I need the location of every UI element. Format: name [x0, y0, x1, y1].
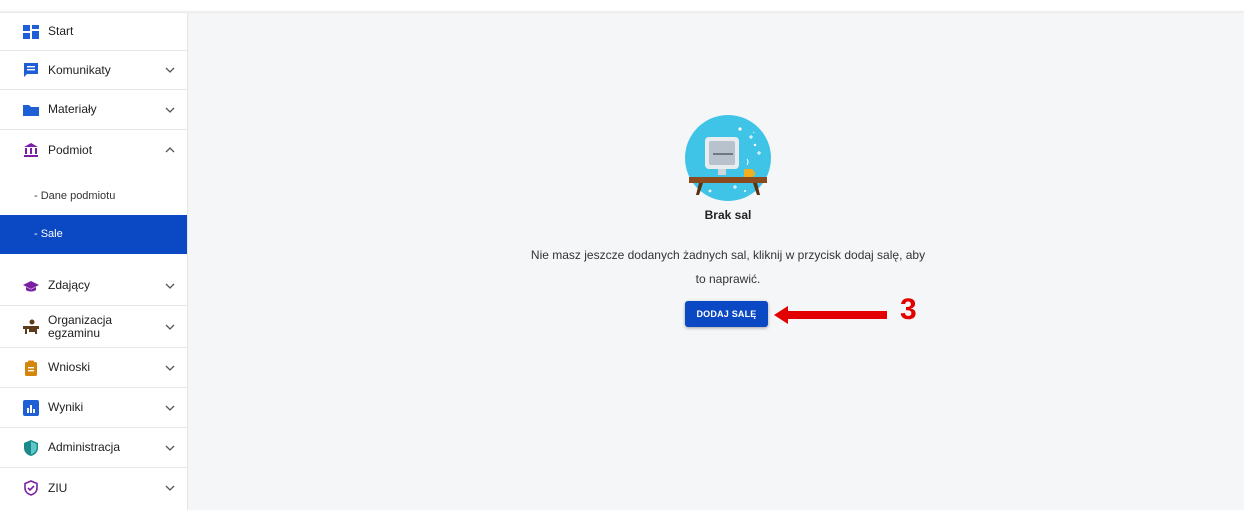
empty-state-description: Nie masz jeszcze dodanych żadnych sal, k… [530, 248, 926, 286]
chevron-down-icon[interactable] [164, 280, 176, 292]
institution-icon [23, 142, 39, 158]
chevron-down-icon[interactable] [164, 402, 176, 414]
sidebar-item-administracja[interactable]: Administracja [0, 428, 187, 468]
shield-icon [23, 439, 39, 456]
top-bar-shadow [0, 0, 1244, 13]
chevron-down-icon[interactable] [164, 64, 176, 76]
sidebar-item-label: Komunikaty [48, 62, 111, 77]
sidebar-item-organizacja-egzaminu[interactable]: Organizacja egzaminu [0, 306, 187, 348]
sidebar: Start Komunikaty Materiały Podmiot - Dan… [0, 13, 188, 510]
chevron-down-icon[interactable] [164, 482, 176, 494]
sidebar-item-ziu[interactable]: ZIU [0, 468, 187, 508]
chevron-down-icon[interactable] [164, 104, 176, 116]
chevron-up-icon[interactable] [164, 144, 176, 156]
sidebar-item-wyniki[interactable]: Wyniki [0, 388, 187, 428]
sidebar-subitem-sale[interactable]: - Sale [0, 215, 187, 254]
sidebar-item-label: Organizacja egzaminu [48, 312, 113, 340]
desk-icon [23, 319, 39, 335]
sidebar-item-start[interactable]: Start [0, 13, 187, 51]
dashboard-icon [23, 24, 39, 40]
computer-desk-icon [685, 115, 771, 201]
empty-state-title: Brak sal [704, 208, 752, 222]
sidebar-item-label: Materiały [48, 102, 97, 116]
sidebar-item-label: Wnioski [48, 360, 91, 374]
sidebar-item-label: Zdający [48, 278, 91, 292]
sidebar-subitem-label: - Sale [34, 228, 63, 240]
folder-icon [23, 102, 39, 118]
arrow-left-icon [774, 306, 887, 324]
message-icon [23, 62, 39, 78]
badge-check-icon [23, 480, 39, 496]
sidebar-item-wnioski[interactable]: Wnioski [0, 348, 187, 388]
sidebar-item-label: ZIU [48, 480, 68, 495]
sidebar-item-label: Administracja [48, 440, 121, 454]
sidebar-subitem-label: - Dane podmiotu [34, 190, 116, 202]
clipboard-icon [23, 360, 39, 376]
sidebar-item-podmiot[interactable]: Podmiot [0, 130, 187, 170]
main-content: Brak sal Nie masz jeszcze dodanych żadny… [188, 13, 1244, 510]
chevron-down-icon[interactable] [164, 362, 176, 374]
chevron-down-icon[interactable] [164, 442, 176, 454]
chevron-down-icon[interactable] [164, 321, 176, 333]
sidebar-subitem-dane-podmiotu[interactable]: - Dane podmiotu [0, 177, 187, 215]
sidebar-item-materialy[interactable]: Materiały [0, 90, 187, 130]
sidebar-item-label: Podmiot [48, 142, 93, 157]
graduation-cap-icon [23, 278, 39, 294]
sidebar-item-label: Start [48, 24, 74, 38]
bar-chart-icon [23, 399, 39, 416]
annotation-marker: 3 [900, 293, 917, 326]
sidebar-item-label: Wyniki [48, 400, 84, 414]
sidebar-item-komunikaty[interactable]: Komunikaty [0, 51, 187, 90]
sidebar-item-zdajacy[interactable]: Zdający [0, 266, 187, 306]
add-room-button[interactable]: DODAJ SALĘ [685, 301, 768, 327]
